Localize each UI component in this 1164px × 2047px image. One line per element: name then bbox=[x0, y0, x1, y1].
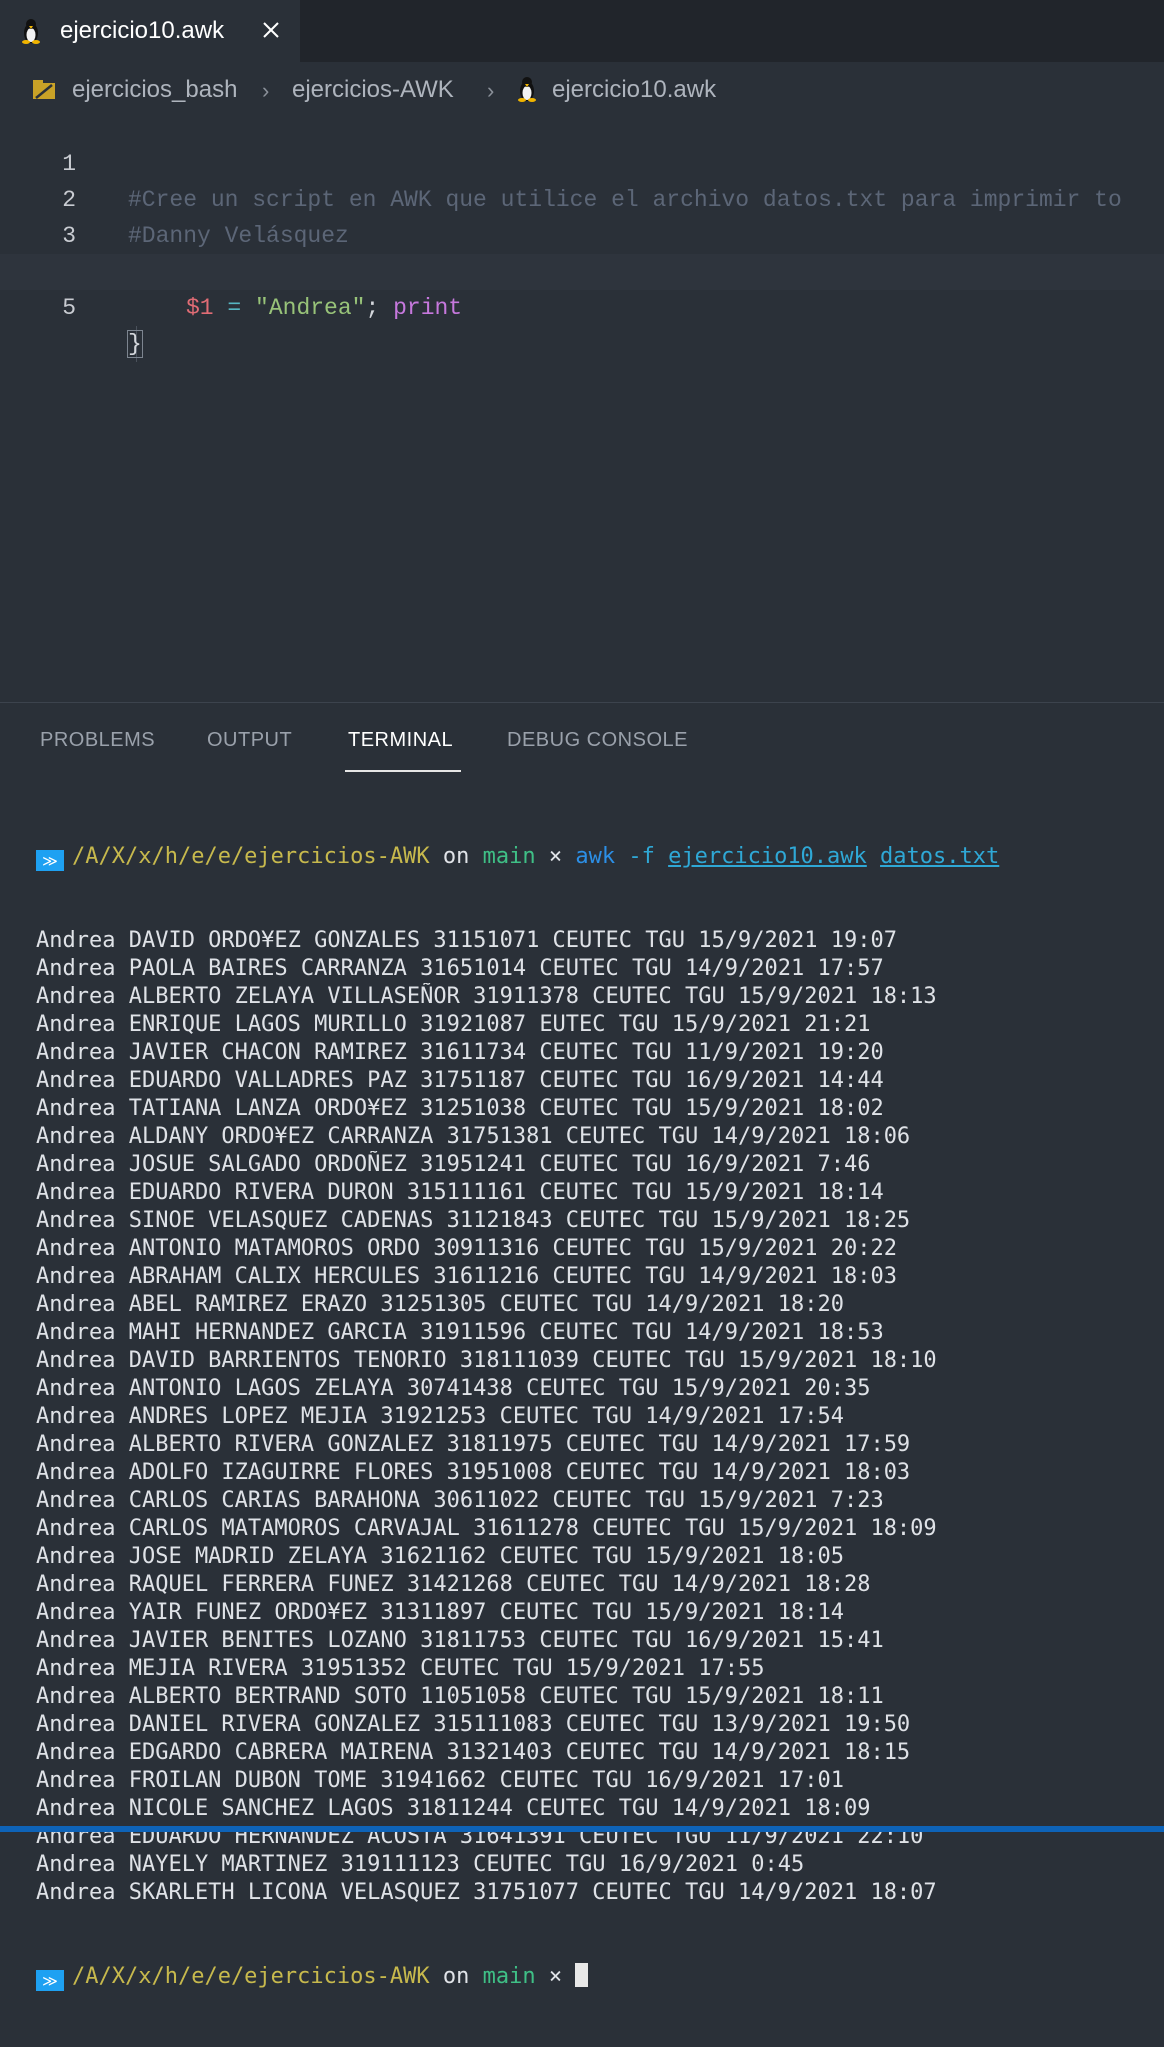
close-brace: } bbox=[127, 330, 143, 358]
terminal-output-line: Andrea JOSUE SALGADO ORDOÑEZ 31951241 CE… bbox=[36, 1152, 871, 1177]
terminal-output-line: Andrea MAHI HERNANDEZ GARCIA 31911596 CE… bbox=[36, 1320, 884, 1345]
terminal-output-line: Andrea PAOLA BAIRES CARRANZA 31651014 CE… bbox=[36, 956, 884, 981]
terminal-output-line: Andrea EDUARDO VALLADRES PAZ 31751187 CE… bbox=[36, 1068, 884, 1093]
prompt-on: on bbox=[442, 844, 470, 869]
breadcrumb-item-ejercicios-awk[interactable]: ejercicios-AWK bbox=[292, 76, 454, 104]
prompt-path: /A/X/x/h/e/e/ejercicios-AWK bbox=[72, 844, 430, 869]
terminal-output-line: Andrea ANDRES LOPEZ MEJIA 31921253 CEUTE… bbox=[36, 1404, 844, 1429]
terminal-output-line: Andrea DAVID ORDO¥EZ GONZALES 31151071 C… bbox=[36, 928, 897, 953]
terminal-prompt-line[interactable]: ≫ /A/X/x/h/e/e/ejercicios-AWK on main × bbox=[36, 1963, 1156, 1991]
terminal-output-line: Andrea DAVID BARRIENTOS TENORIO 31811103… bbox=[36, 1348, 937, 1373]
close-icon[interactable] bbox=[259, 18, 283, 42]
command-arg-file[interactable]: datos.txt bbox=[880, 844, 999, 869]
terminal-output-line: Andrea EDGARDO CABRERA MAIRENA 31321403 … bbox=[36, 1740, 911, 1765]
git-dirty-marker: × bbox=[548, 844, 563, 869]
chevron-right-icon: › bbox=[262, 78, 270, 103]
line-number: 5 bbox=[62, 295, 76, 321]
terminal-cursor bbox=[575, 1963, 589, 1987]
terminal-output-line: Andrea DANIEL RIVERA GONZALEZ 315111083 … bbox=[36, 1712, 911, 1737]
terminal-output-line: Andrea RAQUEL FERRERA FUNEZ 31421268 CEU… bbox=[36, 1572, 871, 1597]
status-bar bbox=[0, 1826, 1164, 1832]
breadcrumb-item-ejercicios-bash[interactable]: ejercicios_bash bbox=[72, 76, 237, 104]
command: awk bbox=[575, 844, 616, 869]
penguin-icon bbox=[518, 77, 536, 102]
terminal-output-line: Andrea ALBERTO ZELAYA VILLASEÑOR 3191137… bbox=[36, 984, 937, 1009]
terminal-output-line: Andrea ABRAHAM CALIX HERCULES 31611216 C… bbox=[36, 1264, 897, 1289]
terminal-output-line: Andrea EDUARDO RIVERA DURON 315111161 CE… bbox=[36, 1180, 884, 1205]
active-tab-indicator bbox=[345, 770, 461, 772]
terminal[interactable]: ≫ /A/X/x/h/e/e/ejercicios-AWK on main × a… bbox=[36, 787, 1156, 2047]
git-branch: main bbox=[482, 844, 536, 869]
code-statement: $1 = "Andrea"; print bbox=[186, 295, 463, 321]
terminal-output-line: Andrea CARLOS MATAMOROS CARVAJAL 3161127… bbox=[36, 1516, 937, 1541]
code-line-2: 2 #Danny Velásquez bbox=[0, 146, 1164, 249]
code-line-1: 1 #Cree un script en AWK que utilice el … bbox=[0, 110, 1164, 213]
tab-label: ejercicio10.awk bbox=[60, 17, 225, 44]
tab-debug-console[interactable]: DEBUG CONSOLE bbox=[507, 729, 688, 752]
terminal-output-line: Andrea JAVIER BENITES LOZANO 31811753 CE… bbox=[36, 1628, 884, 1653]
terminal-output-line: Andrea MEJIA RIVERA 31951352 CEUTEC TGU … bbox=[36, 1656, 765, 1681]
terminal-output-line: Andrea FROILAN DUBON TOME 31941662 CEUTE… bbox=[36, 1768, 844, 1793]
terminal-output-line: Andrea NAYELY MARTINEZ 319111123 CEUTEC … bbox=[36, 1852, 805, 1877]
shell-prompt-icon: ≫ bbox=[36, 850, 64, 871]
terminal-output-line: Andrea YAIR FUNEZ ORDO¥EZ 31311897 CEUTE… bbox=[36, 1600, 844, 1625]
terminal-output: Andrea DAVID ORDO¥EZ GONZALES 31151071 C… bbox=[36, 927, 1156, 1907]
prompt-path: /A/X/x/h/e/e/ejercicios-AWK bbox=[72, 1964, 430, 1989]
terminal-output-line: Andrea SKARLETH LICONA VELASQUEZ 3175107… bbox=[36, 1880, 937, 1905]
terminal-output-line: Andrea ANTONIO LAGOS ZELAYA 30741438 CEU… bbox=[36, 1376, 871, 1401]
terminal-output-line: Andrea CARLOS CARIAS BARAHONA 30611022 C… bbox=[36, 1488, 884, 1513]
prompt-on: on bbox=[442, 1964, 470, 1989]
terminal-output-line: Andrea ALDANY ORDO¥EZ CARRANZA 31751381 … bbox=[36, 1124, 911, 1149]
terminal-command-line: ≫ /A/X/x/h/e/e/ejercicios-AWK on main × a… bbox=[36, 843, 1156, 871]
code-line-3: 3 { bbox=[0, 182, 1164, 286]
chevron-right-icon: › bbox=[487, 78, 495, 103]
tab-output[interactable]: OUTPUT bbox=[207, 729, 292, 752]
command-arg-script[interactable]: ejercicio10.awk bbox=[668, 844, 867, 869]
tab-terminal[interactable]: TERMINAL bbox=[348, 729, 453, 752]
breadcrumb: ejercicios_bash › ejercicios-AWK › ejerc… bbox=[0, 62, 1164, 116]
code-line-4: 4 $1 = "Andrea"; print bbox=[0, 218, 1164, 321]
editor-tab-bar: ejercicio10.awk bbox=[0, 0, 1164, 62]
terminal-output-line: Andrea NICOLE SANCHEZ LAGOS 31811244 CEU… bbox=[36, 1796, 871, 1821]
code-line-5: 5 } bbox=[0, 254, 1164, 358]
code-editor[interactable]: 1 #Cree un script en AWK que utilice el … bbox=[0, 110, 1164, 700]
terminal-output-line: Andrea ALBERTO RIVERA GONZALEZ 31811975 … bbox=[36, 1432, 911, 1457]
folder-icon bbox=[33, 80, 55, 99]
git-dirty-marker: × bbox=[548, 1964, 563, 1989]
git-branch: main bbox=[482, 1964, 536, 1989]
terminal-output-line: Andrea ENRIQUE LAGOS MURILLO 31921087 EU… bbox=[36, 1012, 871, 1037]
terminal-output-line: Andrea ALBERTO BERTRAND SOTO 11051058 CE… bbox=[36, 1684, 884, 1709]
command-flag: -f bbox=[628, 844, 655, 869]
breadcrumb-item-file[interactable]: ejercicio10.awk bbox=[552, 76, 716, 104]
bottom-panel: PROBLEMS OUTPUT TERMINAL DEBUG CONSOLE ≫… bbox=[0, 702, 1164, 1991]
terminal-output-line: Andrea JAVIER CHACON RAMIREZ 31611734 CE… bbox=[36, 1040, 884, 1065]
tab-problems[interactable]: PROBLEMS bbox=[40, 729, 155, 752]
terminal-output-line: Andrea ABEL RAMIREZ ERAZO 31251305 CEUTE… bbox=[36, 1292, 844, 1317]
terminal-output-line: Andrea ADOLFO IZAGUIRRE FLORES 31951008 … bbox=[36, 1460, 911, 1485]
terminal-output-line: Andrea SINOE VELASQUEZ CADENAS 31121843 … bbox=[36, 1208, 911, 1233]
terminal-output-line: Andrea JOSE MADRID ZELAYA 31621162 CEUTE… bbox=[36, 1544, 844, 1569]
shell-prompt-icon: ≫ bbox=[36, 1970, 64, 1991]
penguin-icon bbox=[22, 19, 40, 44]
tab-ejercicio10[interactable]: ejercicio10.awk bbox=[0, 0, 300, 62]
terminal-output-line: Andrea TATIANA LANZA ORDO¥EZ 31251038 CE… bbox=[36, 1096, 884, 1121]
terminal-output-line: Andrea ANTONIO MATAMOROS ORDO 30911316 C… bbox=[36, 1236, 897, 1261]
